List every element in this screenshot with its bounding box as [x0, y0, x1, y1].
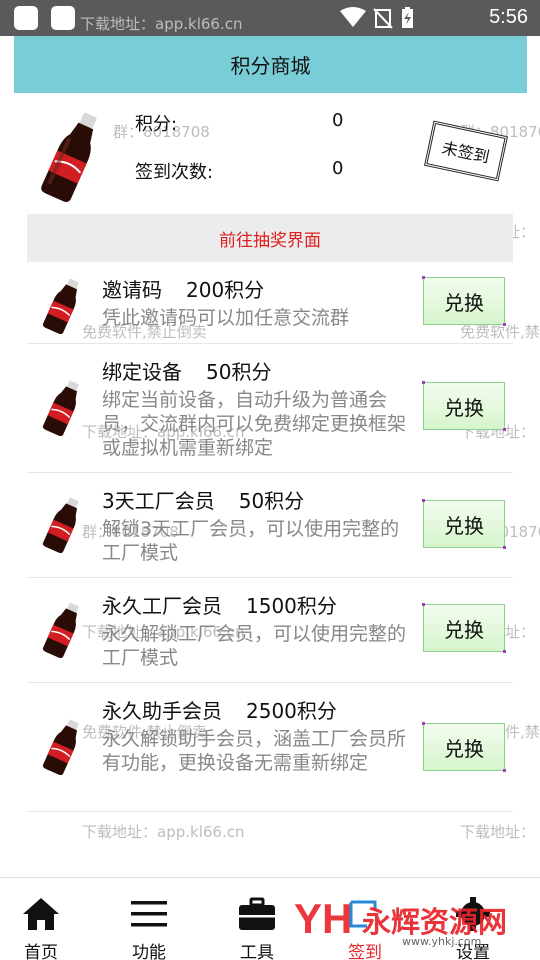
tab-label: 工具 — [240, 943, 274, 960]
tab-label: 功能 — [132, 943, 166, 960]
cola-bottle-icon — [42, 602, 79, 658]
exchange-button[interactable]: 兑换 — [422, 381, 506, 431]
brand-url: www.yhkj.com — [402, 935, 482, 948]
list-item: 3天工厂会员 50积分 解锁3天工厂会员，可以使用完整的工厂模式 兑换 — [27, 473, 513, 578]
list-item: 永久助手会员 2500积分 永久解锁助手会员，涵盖工厂会员所有功能，更换设备无需重… — [27, 683, 513, 812]
exchange-button[interactable]: 兑换 — [422, 276, 506, 326]
item-desc: 绑定当前设备，自动升级为普通会员，交流群内可以免费绑定更换框架或虚拟机需重新绑定 — [102, 389, 407, 459]
cola-bottle-icon — [42, 719, 79, 775]
item-desc: 永久解锁工厂会员，可以使用完整的工厂模式 — [102, 623, 407, 669]
points-label: 积分: — [135, 114, 178, 135]
page-title: 积分商城 — [14, 36, 527, 93]
list-item: 绑定设备 50积分 绑定当前设备，自动升级为普通会员，交流群内可以免费绑定更换框架… — [27, 344, 513, 473]
wifi-icon — [340, 7, 366, 27]
exchange-button[interactable]: 兑换 — [422, 499, 506, 549]
cola-bottle-icon — [41, 112, 97, 202]
brand-watermark: YH 永辉资源网 www.yhkj.com — [292, 893, 522, 953]
home-icon — [23, 898, 59, 930]
lottery-link[interactable]: 前往抽奖界面 — [27, 214, 513, 262]
points-value: 0 — [332, 110, 344, 131]
item-title: 邀请码 200积分 — [102, 278, 265, 302]
battery-icon — [402, 7, 413, 28]
watermark: 下载地址：app.kl66.cn — [82, 823, 245, 841]
status-icons — [340, 7, 413, 29]
cola-bottle-icon — [42, 380, 79, 436]
watermark: 下载地址：app.kl66.cn — [80, 15, 243, 33]
notification-icon-2 — [51, 6, 75, 30]
item-title: 3天工厂会员 50积分 — [102, 489, 305, 513]
item-desc: 解锁3天工厂会员，可以使用完整的工厂模式 — [102, 518, 400, 564]
cola-bottle-icon — [42, 278, 79, 334]
exchange-button[interactable]: 兑换 — [422, 722, 506, 772]
list-item: 邀请码 200积分 凭此邀请码可以加任意交流群 兑换 — [27, 262, 513, 344]
notification-icon — [14, 6, 38, 30]
item-desc: 永久解锁助手会员，涵盖工厂会员所有功能，更换设备无需重新绑定 — [102, 728, 407, 774]
cola-bottle-icon — [42, 497, 79, 553]
menu-icon — [131, 901, 167, 927]
tab-home[interactable]: 首页 — [1, 878, 81, 960]
tab-tools[interactable]: 工具 — [217, 878, 297, 960]
no-sim-icon — [373, 8, 393, 29]
tab-features[interactable]: 功能 — [109, 878, 189, 960]
watermark: 下载地址： — [460, 823, 536, 841]
item-title: 绑定设备 50积分 — [102, 360, 272, 384]
clock: 5:56 — [489, 6, 528, 28]
item-desc: 凭此邀请码可以加任意交流群 — [102, 307, 350, 329]
item-title: 永久工厂会员 1500积分 — [102, 594, 337, 618]
exchange-button[interactable]: 兑换 — [422, 603, 506, 653]
list-item: 永久工厂会员 1500积分 永久解锁工厂会员，可以使用完整的工厂模式 兑换 — [27, 578, 513, 683]
signin-count-label: 签到次数: — [135, 162, 214, 183]
tab-label: 首页 — [24, 943, 58, 960]
signin-count-value: 0 — [332, 158, 344, 179]
toolbox-icon — [239, 897, 275, 930]
item-title: 永久助手会员 2500积分 — [102, 699, 337, 723]
brand-logo: YH — [294, 895, 353, 942]
